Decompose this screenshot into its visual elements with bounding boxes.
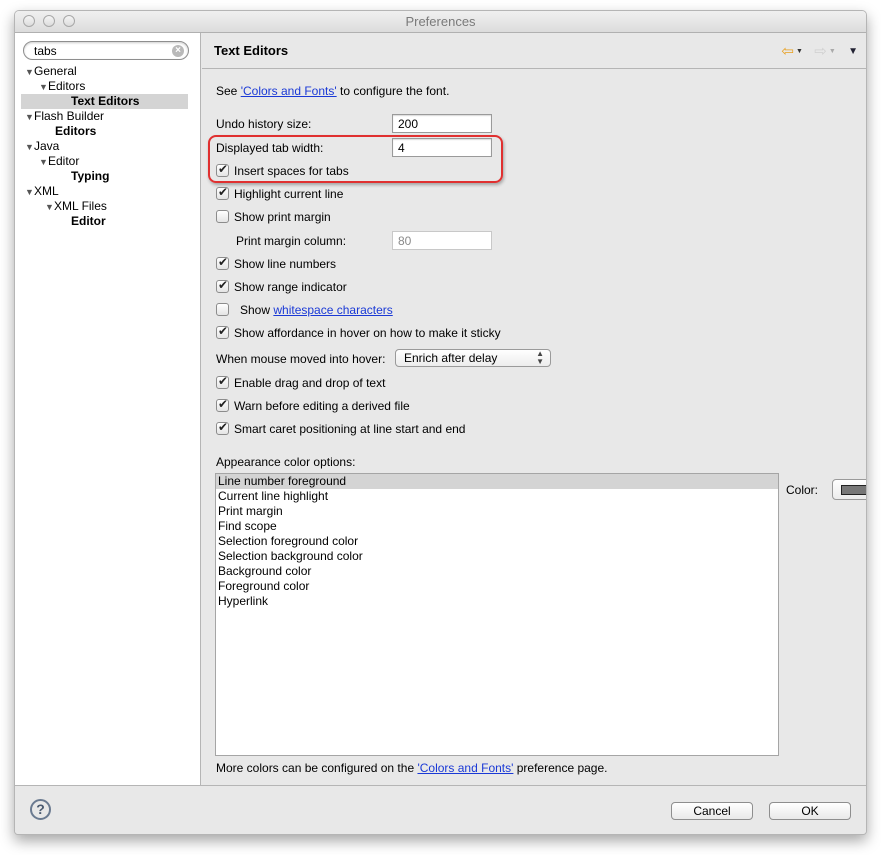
print-margin-checkbox[interactable]: [216, 210, 229, 223]
affordance-option[interactable]: Show affordance in hover on how to make …: [216, 324, 501, 340]
sidebar: × ▼General ▼Editors Text Editors ▼Flash …: [15, 33, 201, 785]
clear-search-icon[interactable]: ×: [172, 45, 184, 57]
preference-tree: ▼General ▼Editors Text Editors ▼Flash Bu…: [15, 64, 200, 229]
list-item[interactable]: Find scope: [216, 519, 778, 534]
tree-item-text-editors[interactable]: Text Editors: [21, 94, 188, 109]
tree-item-xml-editor[interactable]: Editor: [15, 214, 200, 229]
smart-caret-option[interactable]: Smart caret positioning at line start an…: [216, 420, 465, 436]
warn-derived-checkbox[interactable]: [216, 397, 229, 412]
back-arrow-icon[interactable]: ⇦: [781, 44, 794, 59]
hover-select[interactable]: Enrich after delay ▲ ▼: [395, 349, 551, 367]
history-nav: ⇦ ▼ ⇨ ▼ ▼: [781, 44, 858, 59]
expand-triangle-icon[interactable]: ▼: [39, 155, 48, 170]
more-colors-text: More colors can be configured on the 'Co…: [216, 761, 608, 775]
view-menu-icon[interactable]: ▼: [848, 46, 858, 57]
list-item[interactable]: Selection background color: [216, 549, 778, 564]
tree-item-java[interactable]: ▼Java: [15, 139, 200, 154]
expand-triangle-icon[interactable]: ▼: [25, 110, 34, 125]
print-margin-column-input: [392, 231, 492, 250]
filter-input[interactable]: [34, 43, 169, 58]
whitespace-characters-link[interactable]: whitespace characters: [273, 303, 392, 317]
tree-item-xml[interactable]: ▼XML: [15, 184, 200, 199]
print-margin-option[interactable]: Show print margin: [216, 210, 331, 224]
tree-item-general-editors[interactable]: ▼Editors: [15, 79, 200, 94]
intro-text: See 'Colors and Fonts' to configure the …: [216, 84, 450, 98]
range-indicator-option[interactable]: Show range indicator: [216, 278, 347, 294]
undo-history-label: Undo history size:: [216, 117, 312, 131]
warn-derived-option[interactable]: Warn before editing a derived file: [216, 397, 410, 413]
page-header: Text Editors ⇦ ▼ ⇨ ▼ ▼: [202, 33, 866, 69]
color-swatch: [841, 485, 866, 495]
tree-item-general[interactable]: ▼General: [15, 64, 200, 79]
appearance-label: Appearance color options:: [216, 455, 356, 469]
ok-button[interactable]: OK: [769, 802, 851, 820]
tree-item-java-editor[interactable]: ▼Editor: [15, 154, 200, 169]
tab-width-label: Displayed tab width:: [216, 141, 324, 155]
back-dropdown-icon[interactable]: ▼: [796, 48, 803, 55]
expand-triangle-icon[interactable]: ▼: [25, 140, 34, 155]
select-updown-icon: ▲ ▼: [536, 349, 544, 366]
forward-dropdown-icon[interactable]: ▼: [829, 48, 836, 55]
range-indicator-checkbox[interactable]: [216, 278, 229, 293]
list-item[interactable]: Foreground color: [216, 579, 778, 594]
list-item[interactable]: Background color: [216, 564, 778, 579]
drag-drop-checkbox[interactable]: [216, 374, 229, 389]
expand-triangle-icon[interactable]: ▼: [25, 185, 34, 200]
tab-width-input[interactable]: [392, 138, 492, 157]
tree-item-typing[interactable]: Typing: [15, 169, 200, 184]
page-title: Text Editors: [214, 43, 289, 58]
list-item[interactable]: Hyperlink: [216, 594, 778, 609]
preferences-window: Preferences × ▼General ▼Editors Text Edi…: [14, 10, 867, 835]
list-item[interactable]: Line number foreground: [216, 474, 778, 489]
list-item[interactable]: Current line highlight: [216, 489, 778, 504]
whitespace-checkbox[interactable]: [216, 303, 229, 316]
cancel-button[interactable]: Cancel: [671, 802, 753, 820]
line-numbers-option[interactable]: Show line numbers: [216, 255, 336, 271]
list-item[interactable]: Selection foreground color: [216, 534, 778, 549]
smart-caret-checkbox[interactable]: [216, 420, 229, 435]
appearance-color-list[interactable]: Line number foreground Current line high…: [215, 473, 779, 756]
list-item[interactable]: Print margin: [216, 504, 778, 519]
print-margin-column-label: Print margin column:: [236, 234, 347, 248]
colors-fonts-link[interactable]: 'Colors and Fonts': [241, 84, 337, 98]
tree-item-flash-builder[interactable]: ▼Flash Builder: [15, 109, 200, 124]
whitespace-option[interactable]: Show whitespace characters: [216, 303, 393, 317]
tree-item-xml-files[interactable]: ▼XML Files: [15, 199, 200, 214]
hover-label: When mouse moved into hover:: [216, 352, 386, 366]
undo-history-input[interactable]: [392, 114, 492, 133]
highlight-line-checkbox[interactable]: [216, 185, 229, 200]
drag-drop-option[interactable]: Enable drag and drop of text: [216, 374, 385, 390]
dialog-footer: ? Cancel OK: [15, 785, 866, 834]
preference-page: Text Editors ⇦ ▼ ⇨ ▼ ▼ See 'Colors and Fon…: [202, 33, 866, 785]
expand-triangle-icon[interactable]: ▼: [39, 80, 48, 95]
color-picker-button[interactable]: [832, 479, 866, 500]
tree-item-flash-editors[interactable]: Editors: [15, 124, 200, 139]
line-numbers-checkbox[interactable]: [216, 255, 229, 270]
highlight-line-option[interactable]: Highlight current line: [216, 185, 343, 201]
help-icon[interactable]: ?: [30, 799, 51, 820]
insert-spaces-checkbox[interactable]: [216, 162, 229, 177]
expand-triangle-icon[interactable]: ▼: [45, 200, 54, 215]
insert-spaces-option[interactable]: Insert spaces for tabs: [216, 162, 349, 178]
affordance-checkbox[interactable]: [216, 324, 229, 339]
window-title: Preferences: [405, 14, 476, 29]
title-bar: Preferences: [15, 11, 866, 33]
color-label: Color:: [786, 483, 819, 497]
colors-fonts-footer-link[interactable]: 'Colors and Fonts': [417, 761, 513, 775]
filter-search[interactable]: ×: [23, 41, 189, 60]
expand-triangle-icon[interactable]: ▼: [25, 65, 34, 80]
forward-arrow-icon[interactable]: ⇨: [814, 44, 827, 59]
